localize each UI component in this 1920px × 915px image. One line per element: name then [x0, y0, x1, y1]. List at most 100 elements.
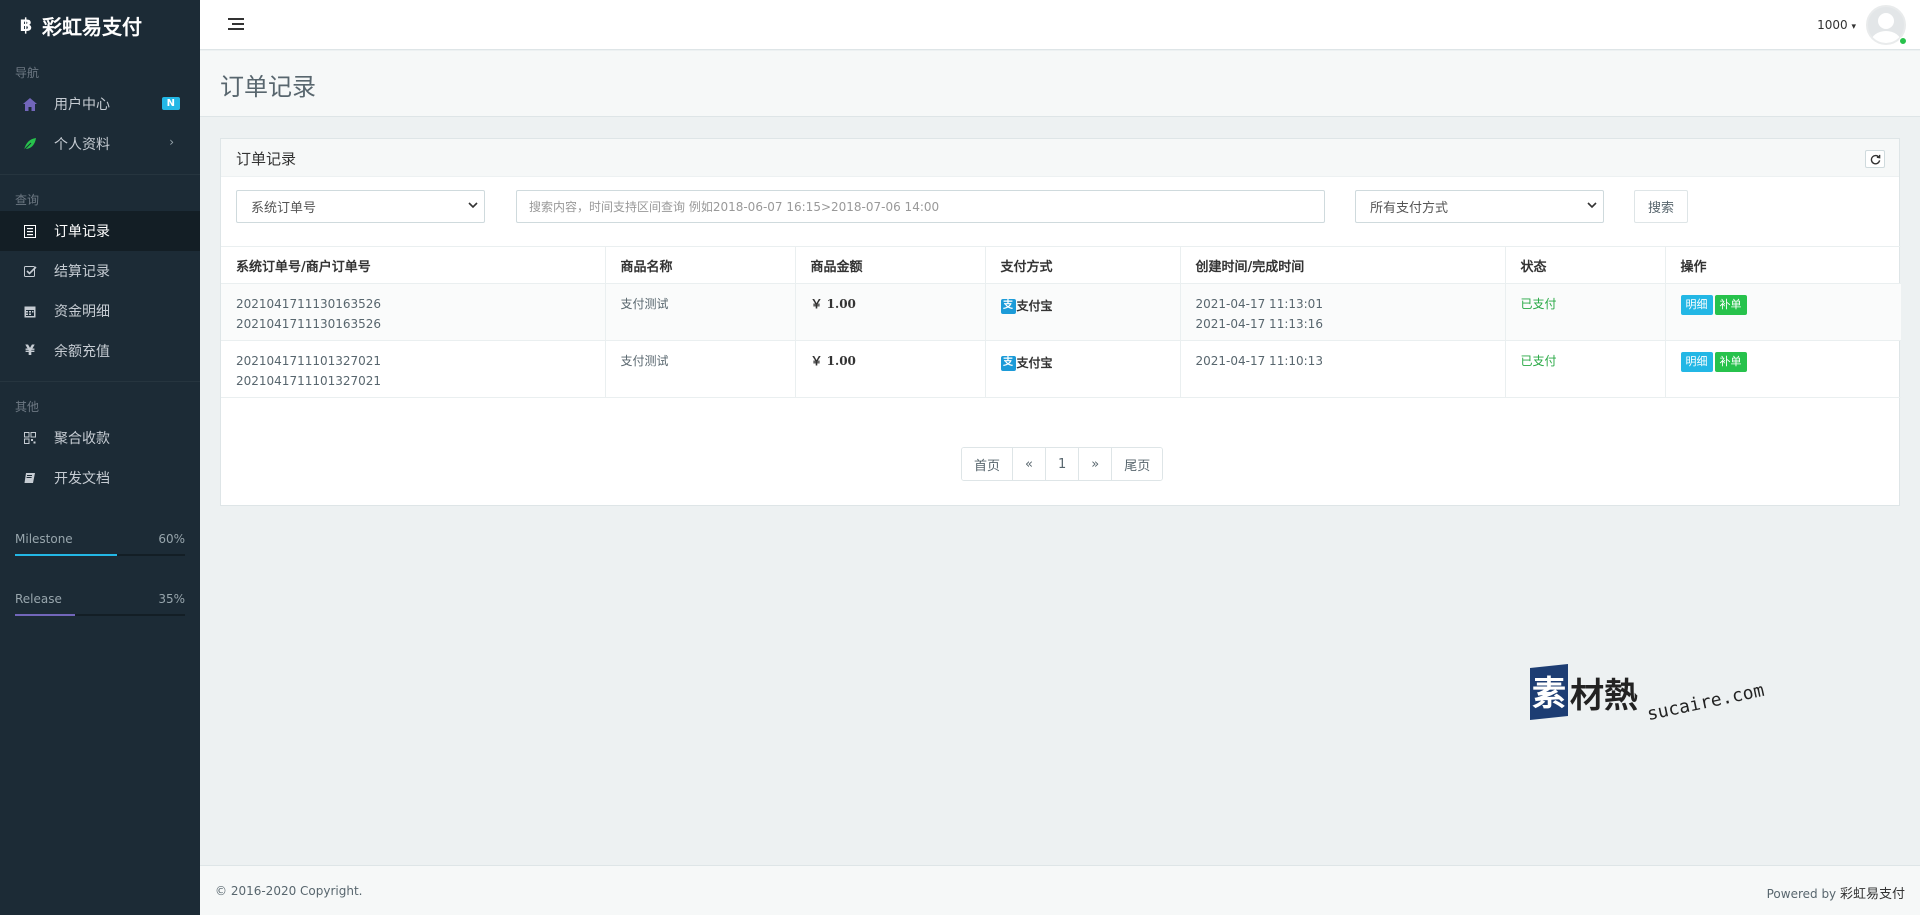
pay-type-select[interactable]: 所有支付方式: [1355, 190, 1604, 223]
sidebar-item-label: 订单记录: [54, 224, 110, 240]
progress-label: Milestone: [15, 532, 73, 546]
sidebar-item-label: 用户中心: [54, 97, 110, 113]
sidebar-item-docs[interactable]: 开发文档: [0, 458, 200, 498]
top-header: 1000 ▾: [200, 0, 1920, 50]
powered-name[interactable]: 彩虹易支付: [1840, 887, 1905, 902]
detail-button[interactable]: 明细: [1680, 352, 1713, 372]
watermark-text: 材熱: [1570, 676, 1638, 716]
column-header: 操作: [1664, 246, 1901, 284]
amount: ￥ 1.00: [810, 297, 856, 311]
nav-section-header: 其他: [15, 400, 40, 414]
status-cell: 已支付: [1504, 340, 1665, 398]
out-trade-no: 2021041711101327021: [236, 374, 382, 388]
home-icon: [22, 96, 38, 112]
pagination: 首页 « 1 » 尾页: [961, 447, 1164, 481]
column-header: 创建时间/完成时间: [1179, 246, 1505, 284]
search-input[interactable]: 搜索内容，时间支持区间查询 例如2018-06-07 16:15>2018-07…: [516, 190, 1325, 223]
online-status-icon: [1899, 37, 1907, 45]
column-header: 系统订单号/商户订单号: [221, 246, 605, 284]
alipay-icon: 支: [1000, 298, 1016, 314]
pagination-current[interactable]: 1: [1045, 448, 1080, 480]
sidebar-item-label: 资金明细: [54, 304, 110, 320]
divider: [0, 381, 200, 382]
search-button[interactable]: 搜索: [1634, 190, 1688, 223]
leaf-icon: [22, 136, 38, 152]
table-header-row: 系统订单号/商户订单号 商品名称 商品金额 支付方式 创建时间/完成时间 状态 …: [221, 246, 1901, 284]
detail-button[interactable]: 明细: [1680, 295, 1713, 315]
actions-cell: 明细 补单: [1664, 283, 1901, 341]
pay-method-cell: 支 支付宝: [984, 283, 1180, 341]
watermark: 素 材熱 sucaire.com: [1530, 660, 1790, 730]
pay-method: 支付宝: [1016, 299, 1053, 313]
sidebar-item-profile[interactable]: 个人资料 ›: [0, 124, 200, 164]
product-name: 支付测试: [604, 340, 795, 398]
nav-section-header: 查询: [15, 193, 40, 207]
order-number-cell: 2021041711101327021 2021041711101327021: [221, 340, 605, 398]
brand-logo[interactable]: ฿ 彩虹易支付: [0, 0, 200, 50]
finished-time: 2021-04-17 11:13:16: [1195, 317, 1323, 331]
amount-cell: ￥ 1.00: [794, 283, 985, 341]
book-icon: [22, 470, 38, 486]
reissue-button[interactable]: 补单: [1714, 352, 1747, 372]
status-badge: 已支付: [1520, 297, 1557, 311]
sidebar-item-user-center[interactable]: 用户中心 N: [0, 84, 200, 124]
panel-heading: 订单记录: [221, 139, 1899, 177]
created-time: 2021-04-17 11:10:13: [1195, 354, 1323, 368]
refresh-icon: [1870, 154, 1880, 164]
divider: [0, 174, 200, 175]
search-placeholder: 搜索内容，时间支持区间查询 例如2018-06-07 16:15>2018-07…: [529, 200, 940, 214]
nav-section-header: 导航: [15, 66, 40, 80]
orders-table: 系统订单号/商户订单号 商品名称 商品金额 支付方式 创建时间/完成时间 状态 …: [221, 246, 1901, 398]
refresh-button[interactable]: [1865, 150, 1885, 168]
column-header: 支付方式: [984, 246, 1180, 284]
select-value: 系统订单号: [251, 201, 317, 216]
trade-no: 2021041711130163526: [236, 297, 382, 311]
trade-no: 2021041711101327021: [236, 354, 382, 368]
filter-bar: 系统订单号 搜索内容，时间支持区间查询 例如2018-06-07 16:15>2…: [221, 177, 1899, 243]
amount-cell: ￥ 1.00: [794, 340, 985, 398]
sidebar-item-label: 聚合收款: [54, 431, 110, 447]
pagination-first[interactable]: 首页: [962, 448, 1014, 480]
sidebar-item-settlement[interactable]: 结算记录: [0, 251, 200, 291]
pagination-next[interactable]: »: [1079, 448, 1113, 480]
sidebar: ฿ 彩虹易支付 导航 用户中心 N 个人资料 › 查询 订单记录 结算记录 资金…: [0, 0, 200, 915]
product-name: 支付测试: [604, 283, 795, 341]
sidebar-item-recharge[interactable]: ¥ 余额充值: [0, 331, 200, 371]
progress-fill: [15, 614, 75, 616]
pay-method: 支付宝: [1016, 356, 1053, 370]
brand-name: 彩虹易支付: [42, 14, 142, 39]
status-cell: 已支付: [1504, 283, 1665, 341]
page-header: 订单记录: [200, 51, 1920, 117]
progress-value: 60%: [158, 532, 185, 546]
sidebar-item-label: 结算记录: [54, 264, 110, 280]
reissue-button[interactable]: 补单: [1714, 295, 1747, 315]
amount: ￥ 1.00: [810, 354, 856, 368]
sidebar-item-label: 个人资料: [54, 137, 110, 153]
order-type-select[interactable]: 系统订单号: [236, 190, 485, 223]
qrcode-icon: [22, 430, 38, 446]
sidebar-item-aggregate[interactable]: 聚合收款: [0, 418, 200, 458]
milestone-progress: Milestone 60%: [0, 518, 200, 570]
yen-icon: ¥: [25, 343, 35, 359]
orders-panel: 订单记录 系统订单号 搜索内容，时间支持区间查询 例如2018-06-07 16…: [220, 138, 1901, 506]
bitcoin-icon: ฿: [19, 14, 33, 36]
caret-down-icon: ▾: [1851, 22, 1856, 32]
pagination-last[interactable]: 尾页: [1112, 448, 1163, 480]
created-time: 2021-04-17 11:13:01: [1195, 297, 1323, 311]
sidebar-item-funds[interactable]: 资金明细: [0, 291, 200, 331]
column-header: 商品名称: [604, 246, 795, 284]
menu-toggle-icon[interactable]: [228, 16, 244, 32]
powered-prefix: Powered by: [1766, 887, 1840, 901]
status-badge: 已支付: [1520, 354, 1557, 368]
page-title: 订单记录: [220, 73, 316, 101]
sidebar-item-label: 余额充值: [54, 344, 110, 360]
alipay-icon: 支: [1000, 355, 1016, 371]
time-cell: 2021-04-17 11:13:01 2021-04-17 11:13:16: [1179, 283, 1505, 341]
sidebar-item-label: 开发文档: [54, 471, 110, 487]
sidebar-item-orders[interactable]: 订单记录: [0, 211, 200, 251]
pagination-prev[interactable]: «: [1013, 448, 1046, 480]
user-menu[interactable]: 1000 ▾: [1817, 5, 1907, 45]
list-icon: [22, 223, 38, 239]
order-number-cell: 2021041711130163526 2021041711130163526: [221, 283, 605, 341]
chevron-down-icon: [468, 200, 478, 213]
